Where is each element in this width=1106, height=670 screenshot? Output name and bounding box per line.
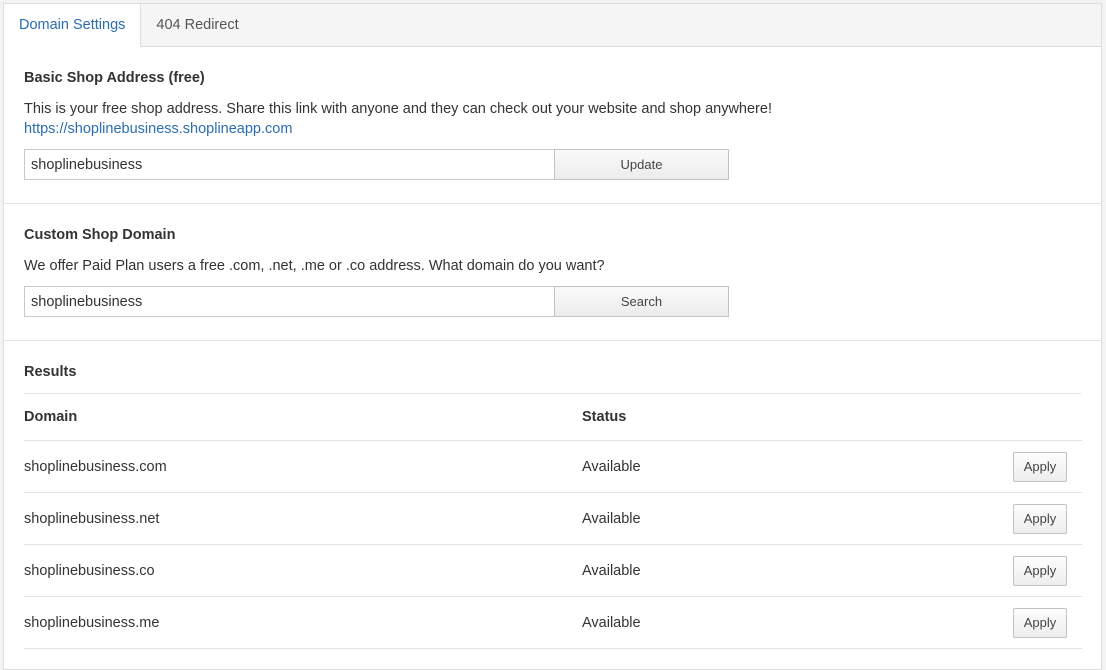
basic-shop-address-section: Basic Shop Address (free) This is your f… (4, 47, 1101, 204)
status-column-header: Status (582, 394, 982, 441)
action-cell: Apply (982, 440, 1082, 493)
custom-shop-domain-title: Custom Shop Domain (24, 227, 176, 243)
tab-domain-settings[interactable]: Domain Settings (4, 4, 142, 47)
basic-shop-address-description: This is your free shop address. Share th… (24, 101, 772, 117)
domain-settings-panel: Domain Settings 404 Redirect Basic Shop … (3, 3, 1102, 670)
apply-button[interactable]: Apply (1013, 555, 1067, 586)
basic-shop-address-title: Basic Shop Address (free) (24, 70, 205, 86)
basic-address-form: Update (24, 149, 729, 180)
domain-cell: shoplinebusiness.me (24, 596, 582, 649)
status-cell: Available (582, 440, 982, 493)
update-button[interactable]: Update (554, 149, 729, 180)
table-row: shoplinebusiness.com Available Apply (24, 440, 1082, 493)
domain-cell: shoplinebusiness.net (24, 492, 582, 545)
status-cell: Available (582, 544, 982, 597)
shop-address-link[interactable]: https://shoplinebusiness.shoplineapp.com (24, 119, 292, 139)
status-cell: Available (582, 492, 982, 545)
tab-bar: Domain Settings 404 Redirect (4, 4, 1101, 47)
apply-button[interactable]: Apply (1013, 607, 1067, 638)
results-section: Results Domain Status shoplinebusiness.c… (4, 341, 1101, 649)
status-cell: Available (582, 596, 982, 649)
search-button[interactable]: Search (554, 286, 729, 317)
action-cell: Apply (982, 544, 1082, 597)
domain-search-input[interactable] (24, 286, 554, 317)
domain-cell: shoplinebusiness.co (24, 544, 582, 597)
results-title: Results (24, 363, 1081, 394)
action-cell: Apply (982, 596, 1082, 649)
action-column-header (982, 394, 1082, 441)
domain-search-form: Search (24, 286, 729, 317)
custom-shop-domain-description: We offer Paid Plan users a free .com, .n… (24, 258, 605, 274)
results-header-row: Domain Status (24, 394, 1082, 441)
shop-address-input[interactable] (24, 149, 554, 180)
custom-shop-domain-section: Custom Shop Domain We offer Paid Plan us… (4, 204, 1101, 341)
domain-column-header: Domain (24, 394, 582, 441)
tab-404-redirect[interactable]: 404 Redirect (141, 4, 253, 46)
results-table: Domain Status shoplinebusiness.com Avail… (24, 394, 1082, 649)
table-row: shoplinebusiness.co Available Apply (24, 544, 1082, 597)
apply-button[interactable]: Apply (1013, 451, 1067, 482)
apply-button[interactable]: Apply (1013, 503, 1067, 534)
domain-cell: shoplinebusiness.com (24, 440, 582, 493)
table-row: shoplinebusiness.net Available Apply (24, 492, 1082, 545)
action-cell: Apply (982, 492, 1082, 545)
table-row: shoplinebusiness.me Available Apply (24, 596, 1082, 649)
